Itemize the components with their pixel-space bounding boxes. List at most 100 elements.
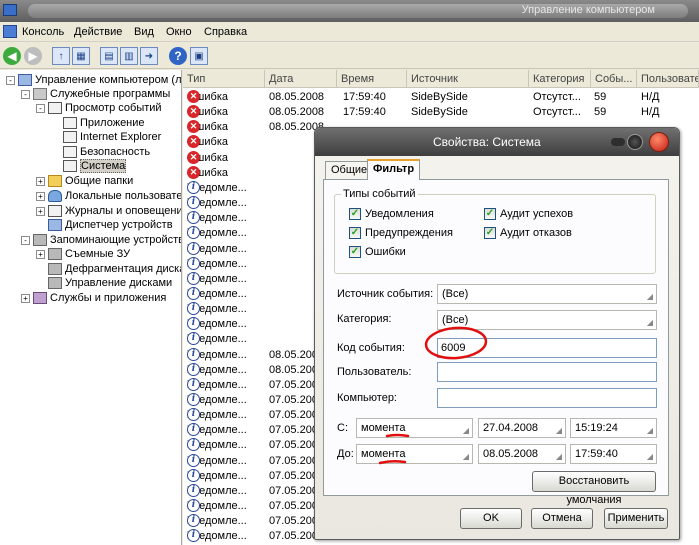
tab-general[interactable]: Общие bbox=[325, 161, 374, 179]
expand-icon[interactable]: + bbox=[36, 191, 45, 201]
tree-node-label: Управление компьютером (локал bbox=[35, 74, 182, 86]
log-icon bbox=[63, 117, 77, 130]
from-date-picker[interactable]: 27.04.2008 ◢ bbox=[478, 418, 566, 438]
tree-storage[interactable]: - Запоминающие устройства bbox=[21, 233, 181, 247]
expand-icon[interactable]: + bbox=[21, 293, 30, 303]
tree-application-log[interactable]: Приложение bbox=[51, 116, 145, 130]
tree-system-tools[interactable]: - Служебные программы bbox=[21, 87, 170, 101]
dropdown-arrow-icon: ◢ bbox=[555, 426, 562, 435]
error-checkbox[interactable]: ✓ Ошибки bbox=[349, 246, 406, 260]
export-list-icon[interactable]: ➜ bbox=[140, 47, 158, 65]
category-dropdown[interactable]: (Все) ◢ bbox=[437, 310, 657, 330]
tree-computer-management[interactable]: - Управление компьютером (локал bbox=[6, 73, 182, 87]
column-header-source[interactable]: Источник bbox=[407, 70, 529, 88]
restore-defaults-button[interactable]: Восстановить умолчания bbox=[532, 471, 656, 506]
menu-action[interactable]: Действие bbox=[74, 26, 122, 38]
tree-event-viewer[interactable]: - Просмотр событий bbox=[36, 101, 162, 115]
cancel-button[interactable]: Отмена bbox=[531, 508, 593, 529]
column-header-user[interactable]: Пользовате bbox=[637, 70, 699, 88]
collapse-icon[interactable]: - bbox=[36, 103, 45, 113]
back-arrow-icon[interactable]: ◀ bbox=[3, 47, 21, 65]
collapse-icon[interactable]: - bbox=[21, 235, 30, 245]
show-tree-icon[interactable]: ▦ bbox=[72, 47, 90, 65]
menu-view[interactable]: Вид bbox=[134, 26, 154, 38]
checkmark-icon: ✓ bbox=[349, 227, 361, 240]
console-icon[interactable] bbox=[3, 25, 17, 38]
source-dropdown[interactable]: (Все) ◢ bbox=[437, 284, 657, 304]
info-icon: i bbox=[187, 393, 200, 406]
cell-type: ✕ Ошибка bbox=[187, 150, 267, 166]
tree-removable-storage[interactable]: + Съемные ЗУ bbox=[36, 247, 130, 261]
menu-window[interactable]: Окно bbox=[166, 26, 192, 38]
tree-ie-log[interactable]: Internet Explorer bbox=[51, 130, 161, 144]
table-row[interactable]: ✕ Ошибка 08.05.2008 17:59:40 SideBySide Отсут… bbox=[183, 105, 699, 120]
column-header-type[interactable]: Тип bbox=[183, 70, 265, 88]
close-icon[interactable] bbox=[649, 132, 669, 152]
tree-local-users[interactable]: + Локальные пользователи bbox=[36, 189, 181, 203]
user-input[interactable] bbox=[437, 362, 657, 382]
column-header-time[interactable]: Время bbox=[337, 70, 407, 88]
failure-audit-checkbox[interactable]: ✓ Аудит отказов bbox=[484, 227, 572, 241]
table-row[interactable]: ✕ Ошибка 08.05.2008 17:59:40 SideBySide Отсут… bbox=[183, 90, 699, 105]
menu-console[interactable]: Консоль bbox=[22, 26, 64, 38]
cell-category: Отсутст... bbox=[533, 91, 581, 103]
from-mode-dropdown[interactable]: момента ◢ bbox=[356, 418, 473, 438]
tree-defrag[interactable]: Дефрагментация диска bbox=[36, 262, 181, 276]
cell-date: 08.05.2008 bbox=[269, 106, 325, 119]
collapse-icon[interactable]: - bbox=[6, 75, 15, 85]
column-header-date[interactable]: Дата bbox=[265, 70, 337, 88]
pc-icon bbox=[18, 74, 32, 87]
menu-help[interactable]: Справка bbox=[204, 26, 247, 38]
expand-icon[interactable]: + bbox=[36, 249, 45, 259]
info-icon: i bbox=[187, 256, 200, 270]
dialog-title-bar[interactable]: Свойства: Система bbox=[315, 128, 679, 156]
from-time-picker[interactable]: 15:19:24 ◢ bbox=[570, 418, 657, 438]
computer-input[interactable] bbox=[437, 388, 657, 408]
cell-type: i Уведомле... bbox=[187, 514, 267, 529]
forward-arrow-icon[interactable]: ▶ bbox=[24, 47, 42, 65]
tab-filter[interactable]: Фильтр bbox=[367, 159, 421, 180]
to-time-picker[interactable]: 17:59:40 ◢ bbox=[570, 444, 657, 464]
window-title: Управление компьютером bbox=[521, 4, 655, 16]
checkmark-icon: ✓ bbox=[484, 208, 496, 221]
expand-icon[interactable]: + bbox=[36, 176, 45, 186]
success-audit-checkbox[interactable]: ✓ Аудит успехов bbox=[484, 208, 573, 222]
help-icon[interactable]: ? bbox=[169, 47, 187, 65]
info-icon: i bbox=[187, 453, 200, 467]
to-date-picker[interactable]: 08.05.2008 ◢ bbox=[478, 444, 566, 464]
source-value: (Все) bbox=[442, 288, 469, 300]
tree-perf-logs[interactable]: + Журналы и оповещения п bbox=[36, 204, 181, 218]
column-header-category[interactable]: Категория bbox=[529, 70, 591, 88]
tree-device-manager[interactable]: Диспетчер устройств bbox=[36, 218, 173, 232]
dropdown-arrow-icon: ◢ bbox=[462, 426, 469, 435]
up-level-icon[interactable]: ↑ bbox=[52, 47, 70, 65]
toolbar: ◀ ▶ ↑ ▦ ▤ ▥ ➜ ? ▣ bbox=[0, 43, 699, 69]
column-header-event[interactable]: Собы... bbox=[591, 70, 637, 88]
cell-type: i Уведомле... bbox=[187, 180, 267, 196]
cell-type: i Уведомле... bbox=[187, 483, 267, 499]
ok-button[interactable]: OK bbox=[460, 508, 522, 529]
tree-disk-management[interactable]: Управление дисками bbox=[36, 276, 172, 290]
expand-icon[interactable]: + bbox=[36, 206, 45, 216]
to-mode-dropdown[interactable]: момента ◢ bbox=[356, 444, 473, 464]
tree-system-log[interactable]: Система bbox=[51, 159, 127, 173]
log-icon bbox=[63, 146, 77, 159]
category-value: (Все) bbox=[442, 314, 469, 326]
info-checkbox-label: Уведомления bbox=[365, 208, 434, 220]
tree-security-log[interactable]: Безопасность bbox=[51, 145, 150, 159]
cell-type: i Уведомле... bbox=[187, 226, 267, 241]
tree-services-apps[interactable]: + Службы и приложения bbox=[21, 291, 166, 305]
properties-icon[interactable]: ▤ bbox=[100, 47, 118, 65]
log-icon bbox=[63, 160, 77, 173]
context-help-icon[interactable] bbox=[627, 134, 643, 150]
collapse-icon[interactable]: - bbox=[21, 89, 30, 99]
refresh-icon[interactable]: ▥ bbox=[120, 47, 138, 65]
info-checkbox[interactable]: ✓ Уведомления bbox=[349, 208, 434, 222]
console-tree: -Управление компьютером (локал-Служебные… bbox=[0, 70, 182, 545]
warning-checkbox[interactable]: ✓ Предупреждения bbox=[349, 227, 453, 241]
tree-shared-folders[interactable]: + Общие папки bbox=[36, 174, 133, 188]
apply-button[interactable]: Применить bbox=[604, 508, 668, 529]
event-id-input[interactable]: 6009 bbox=[437, 338, 657, 358]
console-tree-icon[interactable]: ▣ bbox=[190, 47, 208, 65]
title-bar[interactable]: Управление компьютером bbox=[0, 0, 699, 22]
